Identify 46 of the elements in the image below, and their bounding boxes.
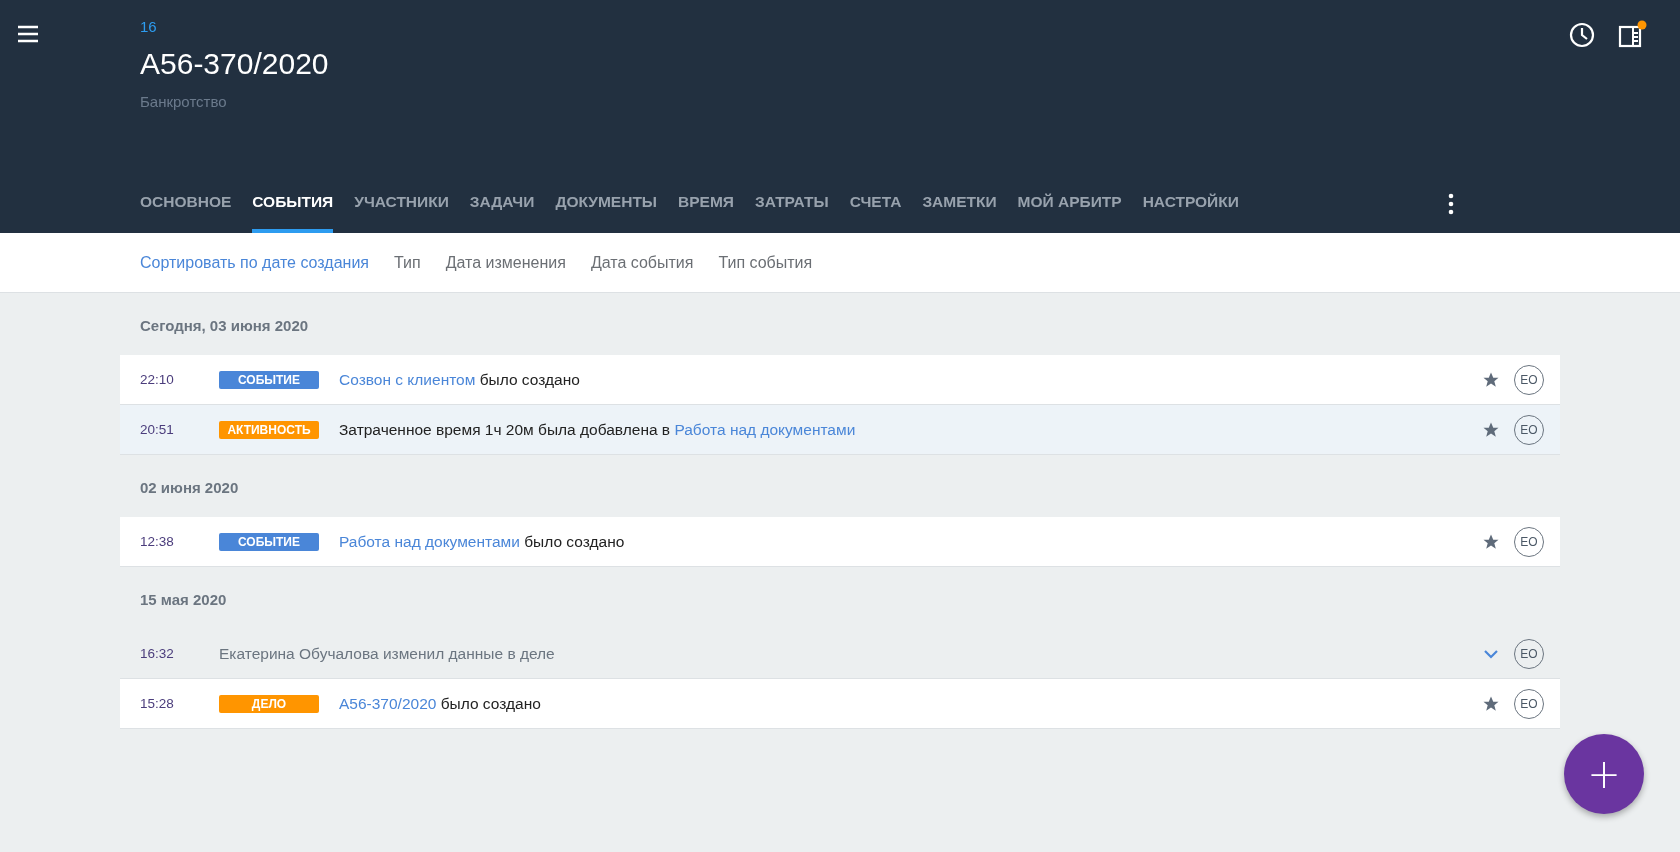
tab[interactable]: ДОКУМЕНТЫ — [555, 193, 658, 233]
tab[interactable]: ЗАМЕТКИ — [922, 193, 997, 233]
event-description: Работа над документами было создано — [339, 532, 625, 551]
tab[interactable]: ЗАДАЧИ — [469, 193, 535, 233]
case-category: Банкротство — [140, 93, 228, 110]
tab[interactable]: ВРЕМЯ — [678, 193, 734, 233]
tab[interactable]: МОЙ АРБИТР — [1017, 193, 1122, 233]
event-link[interactable]: Работа над документами — [674, 420, 856, 438]
add-button[interactable]: + — [1564, 734, 1644, 814]
event-type-badge: СОБЫТИЕ — [219, 370, 319, 389]
clock-icon[interactable] — [1567, 20, 1597, 50]
event-type-badge: СОБЫТИЕ — [219, 532, 319, 551]
sort-option[interactable]: Дата события — [590, 253, 694, 272]
sort-option[interactable]: Сортировать по дате создания — [140, 253, 369, 272]
event-link[interactable]: Работа над документами — [339, 532, 520, 550]
event-time: 15:28 — [140, 696, 175, 711]
event-link[interactable]: А56-370/2020 — [339, 694, 437, 712]
event-description: Екатерина Обучалова изменил данные в деле — [219, 644, 555, 663]
tab[interactable]: ЗАТРАТЫ — [755, 193, 829, 233]
tab[interactable]: УЧАСТНИКИ — [354, 193, 449, 233]
event-type-badge: АКТИВНОСТЬ — [219, 420, 319, 439]
tab[interactable]: НАСТРОЙКИ — [1142, 193, 1239, 233]
event-row[interactable]: 22:10 СОБЫТИЕ Созвон с клиентом было создано EO — [120, 355, 1560, 405]
event-type-badge: ДЕЛО — [219, 694, 319, 713]
event-row[interactable]: 20:51 АКТИВНОСТЬ Затраченное время 1ч 20м была добавлена в Работа над документами EO — [120, 405, 1560, 455]
sort-option[interactable]: Тип события — [718, 253, 813, 272]
event-description: Затраченное время 1ч 20м была добавлена в Работа над документами — [339, 420, 856, 439]
event-row[interactable]: 15:28 ДЕЛО А56-370/2020 было создано EO — [120, 679, 1560, 729]
date-heading: 02 июня 2020 — [139, 478, 240, 498]
event-description: Созвон с клиентом было создано — [339, 370, 580, 389]
event-link[interactable]: Созвон с клиентом — [339, 370, 476, 388]
event-time: 16:32 — [140, 646, 175, 661]
event-description: А56-370/2020 было создано — [339, 694, 541, 713]
date-heading: 15 мая 2020 — [139, 590, 228, 610]
panel-icon[interactable] — [1617, 20, 1647, 50]
event-time: 22:10 — [140, 372, 175, 387]
sort-option[interactable]: Дата изменения — [445, 253, 566, 272]
tab[interactable]: ОСНОВНОЕ — [140, 193, 232, 233]
tab[interactable]: СЧЕТА — [849, 193, 902, 233]
event-time: 20:51 — [140, 422, 175, 437]
case-title: А56-370/2020 — [140, 47, 330, 81]
event-time: 12:38 — [140, 534, 175, 549]
event-row[interactable]: 12:38 СОБЫТИЕ Работа над документами было создано EO — [120, 517, 1560, 567]
case-number: 16 — [140, 18, 158, 35]
sort-option[interactable]: Тип — [394, 253, 421, 272]
date-heading: Сегодня, 03 июня 2020 — [139, 316, 310, 336]
